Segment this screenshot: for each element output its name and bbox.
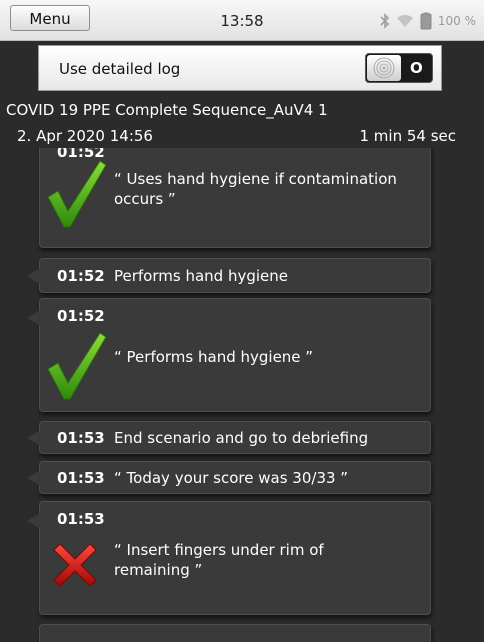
log-entry-text: “ Today your score was 30/33 ” — [114, 469, 349, 487]
session-date: 2. Apr 2020 14:56 — [17, 127, 153, 145]
log-entry-time: 01:53 — [57, 510, 105, 528]
wifi-icon — [396, 14, 414, 28]
log-entry-time: 01:52 — [57, 307, 105, 325]
log-entry[interactable]: 01:53 “ Insert fingers under rim of rema… — [27, 501, 431, 615]
log-entry[interactable]: 01:53 End scenario and go to debriefing — [27, 421, 431, 454]
fingerprint-icon — [373, 57, 395, 79]
detailed-log-switch[interactable]: O — [365, 53, 433, 83]
checkmark-icon — [47, 332, 107, 400]
log-entry-time: 01:53 — [57, 429, 105, 447]
entry-pointer — [27, 268, 40, 284]
switch-knob[interactable] — [367, 55, 401, 81]
log-entry[interactable]: 01:52 “ Performs hand hygiene ” — [27, 298, 431, 412]
battery-icon — [420, 12, 432, 30]
log-entry-text: “ Performs hand hygiene ” — [114, 348, 314, 366]
log-entry-text: “ Uses hand hygiene if contamination — [114, 170, 397, 188]
session-title: COVID 19 PPE Complete Sequence_AuV4 1 — [6, 101, 328, 119]
log-entry-text: End scenario and go to debriefing — [114, 429, 369, 447]
entry-pointer — [27, 470, 40, 486]
entry-pointer — [27, 513, 40, 529]
checkmark-icon — [47, 160, 107, 228]
entry-pointer — [27, 310, 40, 326]
log-entry-time: 01:53 — [57, 469, 105, 487]
switch-state-text: O — [410, 59, 423, 77]
cross-icon — [53, 543, 97, 587]
bluetooth-icon — [380, 13, 390, 29]
entry-pointer — [27, 430, 40, 446]
log-entry-text: occurs ” — [114, 190, 176, 208]
log-entry[interactable]: 01:52 Performs hand hygiene — [27, 258, 431, 293]
session-duration: 1 min 54 sec — [359, 127, 456, 145]
log-entry[interactable]: 01:53 “ Today your score was 30/33 ” — [27, 461, 431, 494]
battery-percentage: 100 % — [437, 14, 476, 28]
log-entry-text: remaining ” — [114, 561, 203, 579]
log-entry-text: Performs hand hygiene — [114, 267, 288, 285]
event-log[interactable]: 01:52 “ Uses hand hygiene if contaminati… — [0, 148, 484, 642]
log-entry[interactable]: 01:52 “ Uses hand hygiene if contaminati… — [39, 148, 431, 248]
detailed-log-toggle-row: Use detailed log O — [38, 45, 442, 91]
status-icons: 100 % — [380, 12, 476, 30]
status-bar: Menu 13:58 100 % — [0, 0, 484, 41]
detailed-log-label: Use detailed log — [59, 60, 181, 78]
log-entry[interactable] — [39, 624, 431, 642]
log-entry-time: 01:52 — [57, 267, 105, 285]
log-entry-text: “ Insert fingers under rim of — [114, 541, 324, 559]
